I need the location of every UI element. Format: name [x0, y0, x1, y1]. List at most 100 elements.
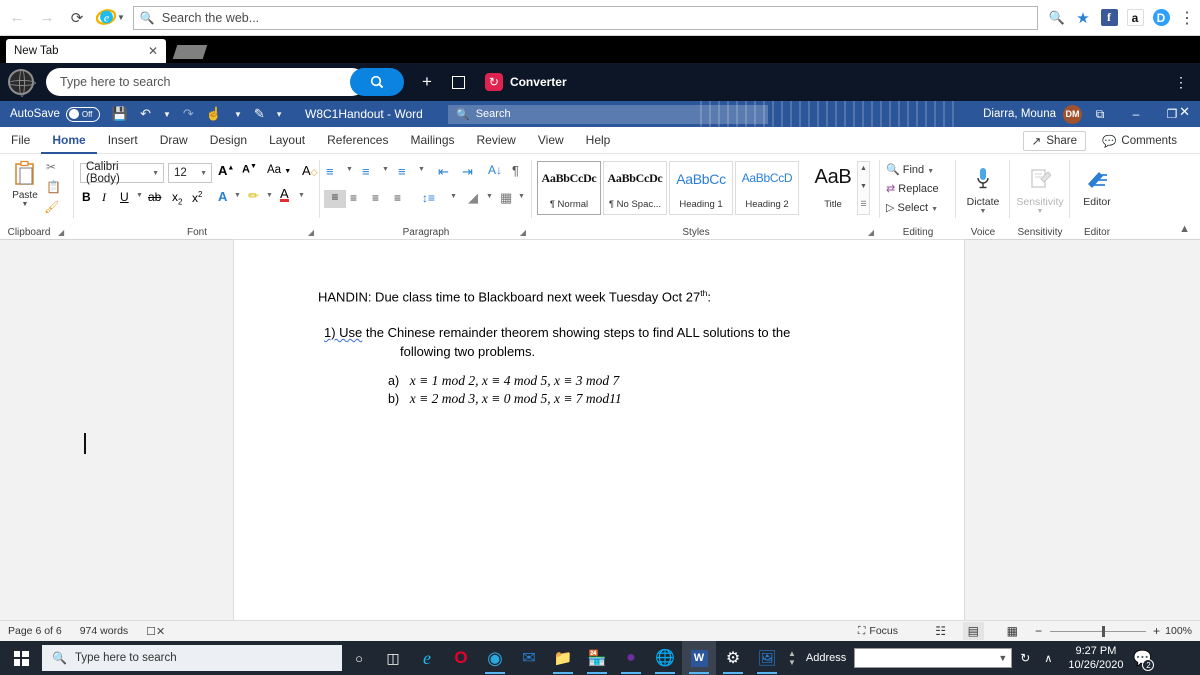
word-icon[interactable]: W	[682, 641, 716, 675]
multilevel-list-button[interactable]: ≡	[398, 164, 406, 179]
find-button[interactable]: 🔍 Find ▼	[886, 163, 934, 176]
increase-indent-button[interactable]: ⇥	[462, 164, 473, 180]
tab-file[interactable]: File	[0, 127, 41, 154]
numbering-button[interactable]: ≡	[362, 164, 370, 179]
paste-dropdown-icon[interactable]: ▼	[8, 201, 42, 208]
line-spacing-button[interactable]: ↕≡	[422, 191, 435, 205]
settings-icon[interactable]: ⚙	[716, 641, 750, 675]
sort-button[interactable]: A↓	[488, 163, 502, 177]
show-formatting-marks-button[interactable]: ¶	[512, 163, 519, 178]
photos-icon[interactable]: 🖼	[750, 641, 784, 675]
grow-font-button[interactable]: A▲	[218, 163, 234, 178]
address-toolbar-input[interactable]: ▼	[854, 648, 1013, 668]
window-toggle-icon[interactable]	[451, 75, 465, 89]
redo-icon[interactable]: ↷	[183, 106, 194, 122]
borders-dropdown-icon[interactable]: ▼	[518, 193, 525, 200]
style-title[interactable]: AaB Title	[801, 161, 865, 215]
word-search-box[interactable]: 🔍 Search	[448, 104, 768, 124]
clock[interactable]: 9:27 PM 10/26/2020	[1068, 644, 1123, 672]
strikethrough-button[interactable]: ab	[148, 190, 161, 204]
opera-icon[interactable]: O	[444, 641, 478, 675]
dictate-button[interactable]: Dictate ▼	[955, 162, 1011, 215]
text-effects-button[interactable]: A	[218, 189, 227, 204]
dictate-dropdown-icon[interactable]: ▼	[955, 208, 1011, 215]
add-tab-icon[interactable]: +	[422, 72, 432, 92]
tab-view[interactable]: View	[527, 127, 575, 154]
proofing-errors-icon[interactable]: ☐✕	[146, 625, 165, 638]
back-button[interactable]: ←	[4, 5, 30, 31]
cortana-icon[interactable]: ○	[342, 641, 376, 675]
align-left-button[interactable]: ≡	[324, 190, 346, 208]
globe-app-icon[interactable]: 🌐	[648, 641, 682, 675]
zoom-level[interactable]: 100%	[1165, 625, 1192, 637]
amazon-icon[interactable]: a	[1122, 4, 1148, 32]
styles-scroll-controls[interactable]: ▲ ▼ ☰	[857, 161, 870, 215]
browser-menu-icon[interactable]: ⋮	[1174, 4, 1200, 32]
taskbar-search-box[interactable]: 🔍 Type here to search	[42, 645, 342, 671]
style-heading-2[interactable]: AaBbCcD Heading 2	[735, 161, 799, 215]
account-area[interactable]: Diarra, Mouna DM	[983, 104, 1082, 124]
favorites-star-icon[interactable]: ★	[1070, 4, 1096, 32]
line-spacing-dropdown-icon[interactable]: ▼	[450, 193, 457, 200]
ie-dropdown-caret-icon[interactable]: ▼	[117, 13, 125, 22]
new-tab-button[interactable]	[172, 45, 208, 59]
bold-button[interactable]: B	[82, 190, 91, 204]
share-button[interactable]: ↗ Share	[1022, 131, 1086, 151]
refresh-icon[interactable]: ↻	[1020, 651, 1030, 665]
shading-button[interactable]: ◢	[468, 190, 478, 206]
tab-close-icon[interactable]: ✕	[148, 44, 158, 58]
taskbar-scroll-arrows[interactable]: ▲ ▼	[788, 649, 796, 667]
borders-button[interactable]: ▦	[500, 190, 512, 206]
start-button[interactable]	[0, 641, 42, 675]
focus-button[interactable]: ⛶ Focus	[858, 625, 898, 638]
refresh-button[interactable]: ⟳	[64, 5, 90, 31]
tab-insert[interactable]: Insert	[97, 127, 149, 154]
font-color-dropdown-icon[interactable]: ▼	[298, 192, 305, 199]
styles-scroll-down-icon[interactable]: ▼	[858, 183, 869, 190]
tab-home[interactable]: Home	[41, 127, 97, 154]
zoom-slider[interactable]	[1050, 625, 1146, 637]
align-right-button[interactable]: ≡	[372, 191, 379, 205]
document-page[interactable]: HANDIN: Due class time to Blackboard nex…	[234, 240, 964, 620]
tab-help[interactable]: Help	[575, 127, 622, 154]
comments-button[interactable]: 💬 Comments	[1093, 131, 1186, 151]
underline-dropdown-icon[interactable]: ▼	[136, 192, 143, 199]
highlight-dropdown-icon[interactable]: ▼	[266, 192, 273, 199]
chevron-down-icon[interactable]: ▼	[152, 170, 159, 177]
subscript-button[interactable]: x2	[172, 190, 182, 206]
read-mode-icon[interactable]: ☷	[935, 624, 946, 638]
undo-dropdown-icon[interactable]: ▼	[163, 110, 171, 119]
notification-center-button[interactable]: 💬 2	[1129, 641, 1155, 675]
style-heading-1[interactable]: AaBbCс Heading 1	[669, 161, 733, 215]
browser-tab-new-tab[interactable]: New Tab ✕	[6, 39, 166, 63]
tab-references[interactable]: References	[316, 127, 399, 154]
tab-review[interactable]: Review	[466, 127, 527, 154]
search-submit-button[interactable]	[350, 68, 404, 96]
zoom-out-icon[interactable]: 🔍	[1044, 4, 1070, 32]
styles-dialog-launcher[interactable]: ◢	[868, 228, 874, 237]
italic-button[interactable]: I	[102, 190, 106, 205]
tab-design[interactable]: Design	[199, 127, 258, 154]
zoom-out-button[interactable]: −	[1035, 624, 1042, 638]
highlight-color-button[interactable]: ✏	[248, 188, 259, 204]
editor-button[interactable]: Editor	[1069, 162, 1125, 208]
font-color-button[interactable]: A	[280, 187, 289, 202]
internet-explorer-icon[interactable]: e	[410, 641, 444, 675]
microsoft-edge-icon[interactable]: ◉	[478, 641, 512, 675]
close-window-button[interactable]: ✕	[1179, 104, 1190, 120]
superscript-button[interactable]: x2	[192, 190, 202, 205]
replace-button[interactable]: ⇄ Replace	[886, 182, 939, 195]
print-layout-icon[interactable]: ▤	[962, 622, 984, 640]
numbering-dropdown-icon[interactable]: ▼	[382, 166, 389, 173]
browser-address-bar[interactable]: 🔍 Search the web...	[132, 5, 1038, 30]
minimize-button[interactable]: –	[1118, 101, 1154, 127]
word-count[interactable]: 974 words	[80, 625, 128, 637]
format-painter-icon[interactable]: 🖌	[44, 200, 59, 214]
change-case-button[interactable]: Aa ▼	[267, 164, 291, 176]
font-size-box[interactable]: 12 ▼	[168, 163, 212, 183]
globe-icon[interactable]	[8, 69, 36, 97]
shrink-font-button[interactable]: A▼	[242, 163, 257, 176]
underline-button[interactable]: U	[120, 190, 129, 204]
task-view-icon[interactable]: ◫	[376, 641, 410, 675]
style-no-spacing[interactable]: AaBbCcDc ¶ No Spac...	[603, 161, 667, 215]
